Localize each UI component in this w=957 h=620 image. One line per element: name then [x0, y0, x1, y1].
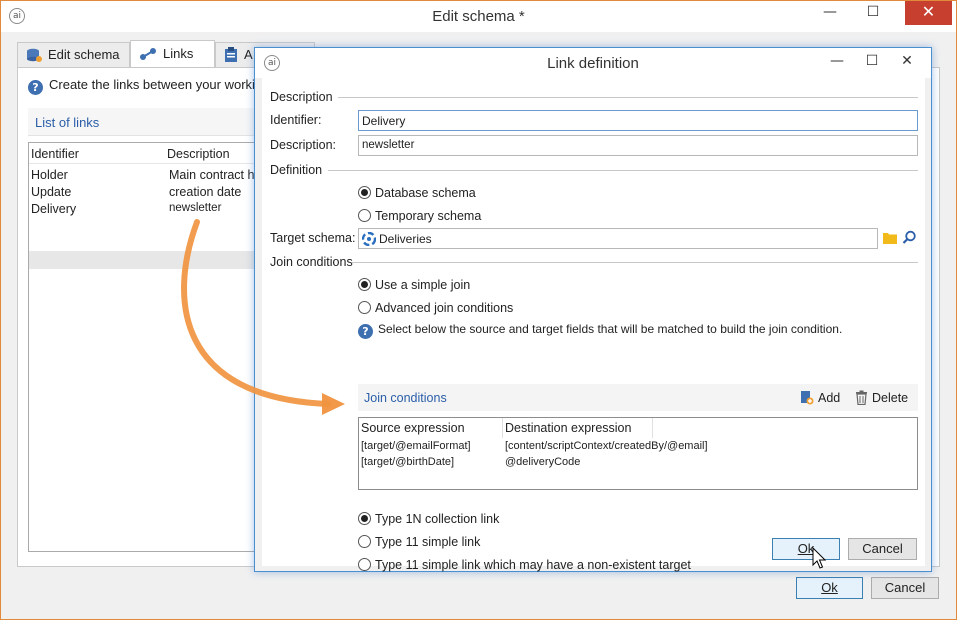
schema-icon: [361, 231, 377, 249]
radio-dot: [358, 535, 371, 548]
link-definition-dialog: ai Link definition — ☐ ✕ Description Ide…: [254, 47, 932, 572]
dialog-ok-button[interactable]: Ok: [772, 538, 840, 560]
help-icon: ?: [28, 80, 43, 95]
dialog-close-button[interactable]: ✕: [888, 50, 926, 74]
minimize-button[interactable]: —: [811, 1, 849, 25]
search-icon[interactable]: [902, 230, 917, 248]
table-row-description[interactable]: creation date: [169, 185, 241, 202]
radio-label: Type 1N collection link: [375, 512, 500, 526]
target-schema-input[interactable]: Deliveries: [358, 228, 878, 249]
dialog-content: Description Identifier: Delivery Descrip…: [262, 78, 925, 572]
tab-links[interactable]: Links: [130, 40, 215, 67]
table-row-description[interactable]: Main contract ho: [169, 168, 261, 185]
add-label: Add: [818, 391, 841, 405]
link-nodes-icon: [139, 47, 157, 64]
dialog-minimize-button[interactable]: —: [818, 50, 856, 74]
radio-label: Type 11 simple link which may have a non…: [375, 558, 691, 572]
radio-label: Use a simple join: [375, 278, 471, 292]
ok-label: Ok: [821, 580, 838, 595]
target-schema-label: Target schema:: [270, 231, 356, 245]
info-text: Create the links between your working: [49, 77, 270, 92]
section-divider: [352, 262, 918, 263]
column-header-source[interactable]: Source expression: [359, 418, 503, 438]
radio-simple-join[interactable]: Use a simple join: [358, 278, 470, 292]
table-cell-source[interactable]: [target/@emailFormat]: [361, 440, 471, 452]
help-icon: ?: [358, 324, 373, 339]
dialog-cancel-button[interactable]: Cancel: [848, 538, 917, 560]
radio-label: Database schema: [375, 186, 476, 200]
identifier-label: Identifier:: [270, 113, 322, 127]
table-row-identifier[interactable]: Holder: [31, 168, 68, 185]
tab-label: A: [244, 47, 253, 62]
tab-label: Edit schema: [48, 47, 120, 62]
info-row: ? Create the links between your working: [28, 77, 269, 95]
radio-label: Type 11 simple link: [375, 535, 481, 549]
section-divider: [338, 97, 918, 98]
section-join-conditions: Join conditions: [270, 255, 353, 269]
target-schema-value: Deliveries: [379, 232, 432, 246]
add-icon: [800, 390, 814, 408]
folder-icon[interactable]: [883, 231, 897, 247]
add-button[interactable]: Add: [800, 390, 840, 408]
links-list[interactable]: Identifier Description Holder Main contr…: [28, 142, 268, 552]
join-conditions-toolbar: Join conditions Add Delete: [358, 384, 918, 411]
column-header-destination[interactable]: Destination expression: [503, 418, 653, 438]
radio-label: Temporary schema: [375, 209, 482, 223]
column-header-description[interactable]: Description: [167, 143, 230, 162]
radio-dot: [358, 301, 371, 314]
selected-row-highlight: [29, 251, 267, 269]
table-cell-source[interactable]: [target/@birthDate]: [361, 456, 454, 468]
outer-cancel-button[interactable]: Cancel: [871, 577, 939, 599]
table-row-identifier[interactable]: Delivery: [31, 202, 76, 219]
dialog-titlebar[interactable]: ai Link definition — ☐ ✕: [255, 48, 931, 78]
maximize-button[interactable]: ☐: [854, 1, 892, 25]
radio-type-1n[interactable]: Type 1N collection link: [358, 512, 499, 526]
description-label: Description:: [270, 138, 336, 152]
radio-type-11-nonexistent[interactable]: Type 11 simple link which may have a non…: [358, 558, 691, 572]
radio-type-11[interactable]: Type 11 simple link: [358, 535, 480, 549]
outer-ok-button[interactable]: Ok: [796, 577, 863, 599]
radio-dot: [358, 186, 371, 199]
radio-dot: [358, 558, 371, 571]
mouse-cursor-icon: [812, 547, 827, 569]
trash-icon: [855, 390, 868, 408]
radio-temporary-schema[interactable]: Temporary schema: [358, 209, 481, 223]
delete-button[interactable]: Delete: [855, 390, 908, 408]
dialog-maximize-button[interactable]: ☐: [853, 50, 891, 74]
radio-label: Advanced join conditions: [375, 301, 514, 315]
radio-advanced-join[interactable]: Advanced join conditions: [358, 301, 513, 315]
tab-edit-schema[interactable]: Edit schema: [17, 42, 130, 67]
radio-dot: [358, 278, 371, 291]
table-cell-destination[interactable]: [content/scriptContext/createdBy/@email]: [505, 440, 708, 452]
join-info-row: ? Select below the source and target fiel…: [358, 322, 842, 339]
column-header-identifier[interactable]: Identifier: [31, 143, 79, 162]
description-input[interactable]: newsletter: [358, 135, 918, 156]
table-cell-destination[interactable]: @deliveryCode: [505, 456, 580, 468]
clipboard-icon: [224, 47, 238, 65]
join-info-text: Select below the source and target field…: [378, 322, 843, 336]
join-conditions-table[interactable]: Source expression Destination expression…: [358, 417, 918, 490]
radio-database-schema[interactable]: Database schema: [358, 186, 476, 200]
edit-schema-titlebar[interactable]: ai Edit schema * — ☐ ✕: [1, 1, 956, 32]
radio-dot: [358, 512, 371, 525]
section-definition: Definition: [270, 163, 323, 177]
section-description: Description: [270, 90, 333, 104]
database-icon: [26, 48, 42, 65]
table-row-identifier[interactable]: Update: [31, 185, 71, 202]
header-divider: [29, 163, 267, 164]
table-row-description[interactable]: newsletter: [169, 202, 221, 219]
join-conditions-title: Join conditions: [364, 391, 447, 405]
list-of-links-header: List of links: [28, 108, 258, 136]
identifier-input[interactable]: Delivery: [358, 110, 918, 131]
close-button[interactable]: ✕: [905, 1, 952, 25]
radio-dot: [358, 209, 371, 222]
section-divider: [328, 170, 918, 171]
delete-label: Delete: [872, 391, 909, 405]
tab-label: Links: [163, 46, 194, 61]
